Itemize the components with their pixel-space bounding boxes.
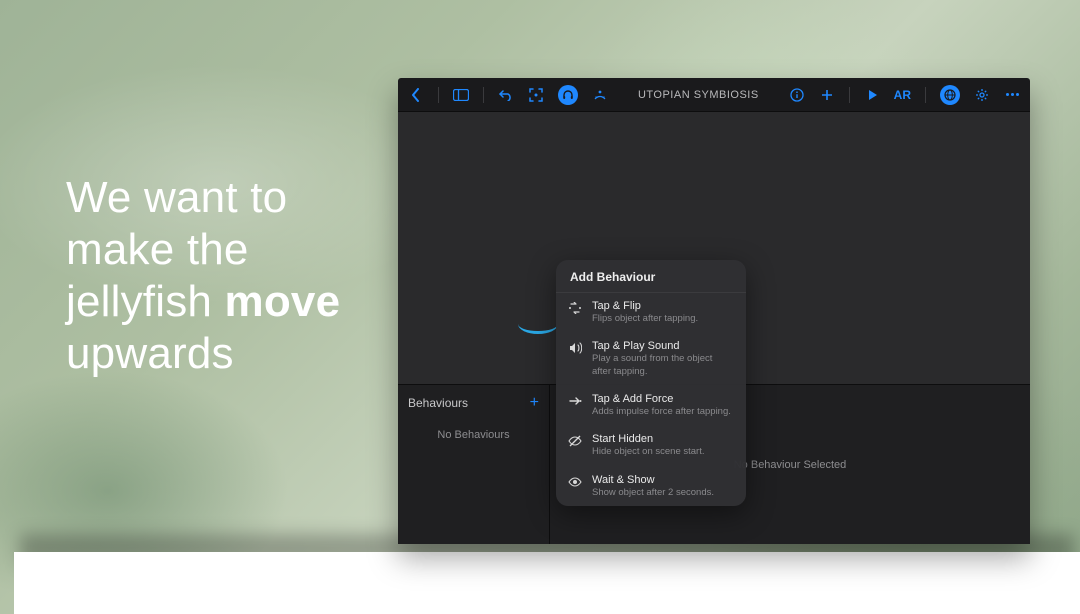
flip-icon <box>568 301 582 315</box>
caption-line-3b: move <box>225 277 341 326</box>
popup-item-wait-show[interactable]: Wait & Show Show object after 2 seconds. <box>556 466 746 506</box>
popup-title: Add Behaviour <box>556 260 746 293</box>
popup-item-title: Wait & Show <box>592 474 714 486</box>
scene-icon[interactable] <box>592 87 608 103</box>
popup-item-tap-play-sound[interactable]: Tap & Play Sound Play a sound from the o… <box>556 332 746 385</box>
add-behaviour-popup: Add Behaviour Tap & Flip Flips object af… <box>556 260 746 506</box>
panels-icon[interactable] <box>453 87 469 103</box>
info-icon[interactable] <box>789 87 805 103</box>
hidden-icon <box>568 434 582 448</box>
gear-icon[interactable] <box>974 87 990 103</box>
toolbar-left-group <box>408 85 608 105</box>
popup-item-tap-add-force[interactable]: Tap & Add Force Adds impulse force after… <box>556 385 746 425</box>
popup-item-title: Tap & Add Force <box>592 393 731 405</box>
toolbar-divider <box>483 87 484 103</box>
force-icon <box>568 394 582 408</box>
behaviours-list-column: Behaviours + No Behaviours <box>398 385 550 544</box>
undo-icon[interactable] <box>498 87 514 103</box>
back-icon[interactable] <box>408 87 424 103</box>
caption-line-4: upwards <box>66 329 234 378</box>
toolbar-divider <box>849 87 850 103</box>
popup-item-tap-flip[interactable]: Tap & Flip Flips object after tapping. <box>556 293 746 332</box>
popup-item-start-hidden[interactable]: Start Hidden Hide object on scene start. <box>556 425 746 465</box>
white-bottom-bar <box>14 552 1080 614</box>
popup-item-desc: Show object after 2 seconds. <box>592 487 714 499</box>
sound-icon <box>568 341 582 355</box>
popup-item-desc: Hide object on scene start. <box>592 446 704 458</box>
ar-button[interactable]: AR <box>894 88 911 102</box>
caption-line-3a: jellyfish <box>66 277 225 326</box>
no-behaviours-label: No Behaviours <box>408 429 539 441</box>
caption-line-2: make the <box>66 225 249 274</box>
play-icon[interactable] <box>864 87 880 103</box>
no-behaviour-selected-label: No Behaviour Selected <box>734 459 847 471</box>
focus-icon[interactable] <box>528 87 544 103</box>
more-icon[interactable] <box>1004 87 1020 103</box>
project-title: UTOPIAN SYMBIOSIS <box>608 89 789 101</box>
toolbar-divider <box>925 87 926 103</box>
popup-item-desc: Adds impulse force after tapping. <box>592 406 731 418</box>
toolbar-divider <box>438 87 439 103</box>
caption-line-1: We want to <box>66 173 287 222</box>
slide-caption: We want to make the jellyfish move upwar… <box>66 172 386 380</box>
popup-item-title: Tap & Flip <box>592 300 698 312</box>
globe-icon[interactable] <box>940 85 960 105</box>
behaviours-heading: Behaviours <box>408 396 468 410</box>
show-icon <box>568 475 582 489</box>
add-icon[interactable] <box>819 87 835 103</box>
popup-item-title: Tap & Play Sound <box>592 340 734 352</box>
jellyfish-outline <box>518 324 558 334</box>
popup-item-desc: Play a sound from the object after tappi… <box>592 353 734 378</box>
add-behaviour-button[interactable]: + <box>530 395 539 411</box>
headphones-icon[interactable] <box>558 85 578 105</box>
popup-item-title: Start Hidden <box>592 433 704 445</box>
popup-item-desc: Flips object after tapping. <box>592 313 698 325</box>
toolbar-right-group: AR <box>789 85 1020 105</box>
toolbar: UTOPIAN SYMBIOSIS AR <box>398 78 1030 112</box>
